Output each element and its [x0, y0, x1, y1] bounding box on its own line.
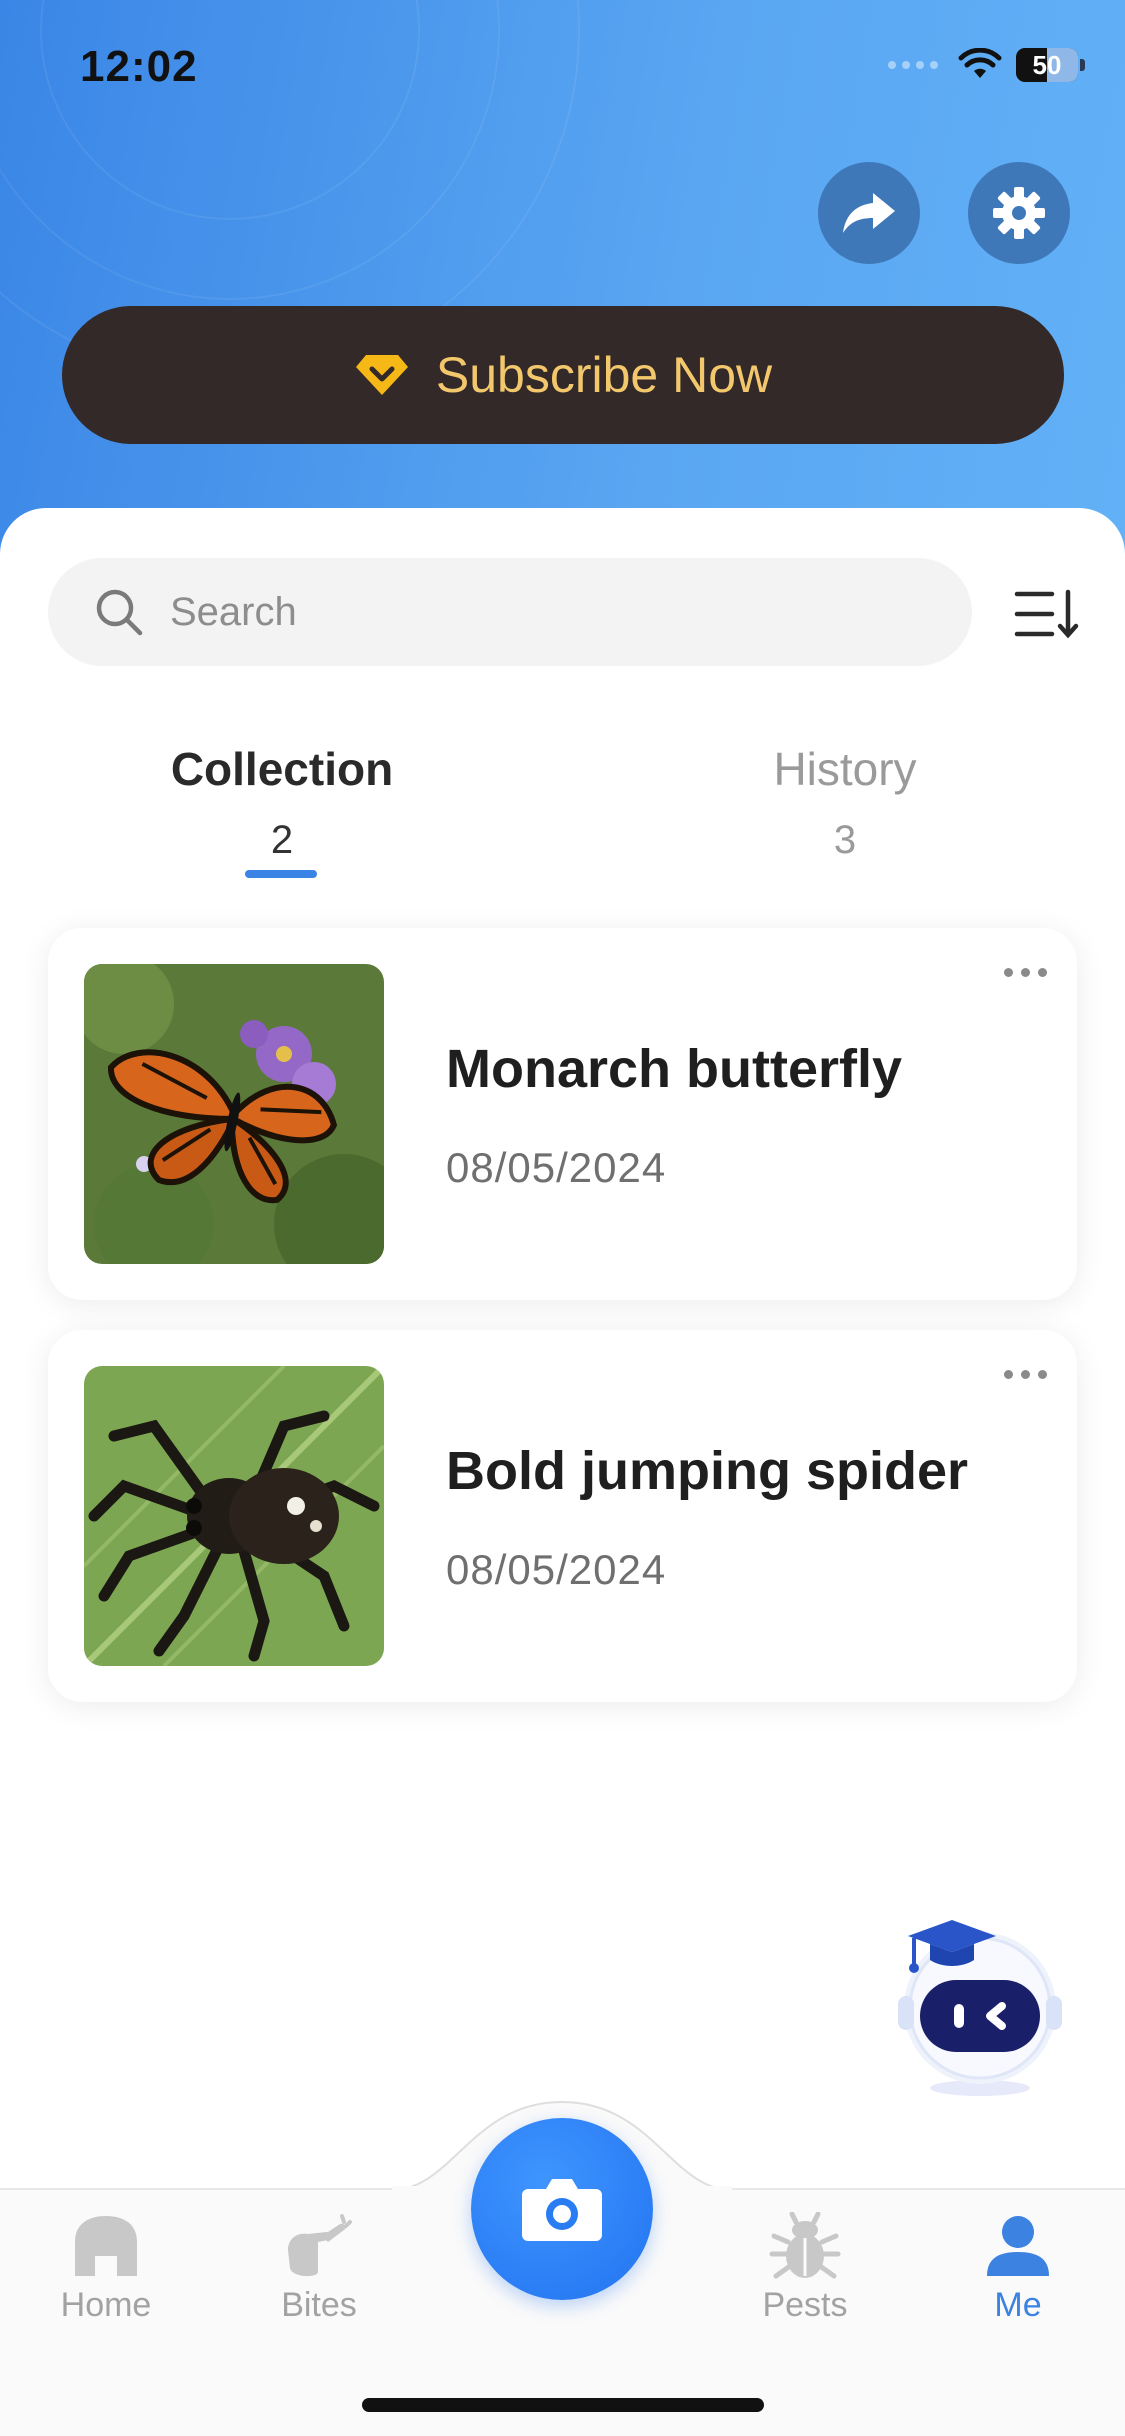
share-arrow-icon	[843, 193, 895, 233]
person-icon	[987, 2216, 1049, 2276]
battery-level: 50	[1032, 49, 1062, 80]
jumping-spider-photo	[84, 1366, 384, 1666]
tab-collection[interactable]: Collection 2	[160, 742, 404, 863]
tab-history[interactable]: History 3	[730, 742, 960, 863]
tab-collection-count: 2	[270, 818, 294, 862]
settings-button[interactable]	[968, 162, 1070, 264]
status-time: 12:02	[80, 42, 198, 91]
card-date: 08/05/2024	[446, 1546, 667, 1593]
tab-home[interactable]: Home	[26, 2212, 186, 2325]
battery-icon: 50	[1016, 48, 1078, 82]
collection-card[interactable]: Bold jumping spider 08/05/2024	[48, 1330, 1077, 1702]
card-date: 08/05/2024	[446, 1144, 667, 1191]
camera-icon	[522, 2179, 602, 2241]
search-input[interactable]: Search	[48, 558, 972, 666]
collection-card[interactable]: Monarch butterfly 08/05/2024	[48, 928, 1077, 1300]
card-title: Bold jumping spider	[446, 1441, 968, 1501]
more-options-icon[interactable]	[1004, 968, 1047, 977]
search-icon	[96, 589, 143, 636]
search-placeholder: Search	[170, 589, 297, 634]
camera-button[interactable]	[471, 2118, 653, 2300]
bug-icon	[769, 2212, 841, 2279]
subscribe-label: Subscribe Now	[435, 347, 773, 403]
tab-bites[interactable]: Bites	[239, 2212, 399, 2325]
tab-me[interactable]: Me	[938, 2212, 1098, 2325]
tab-history-label: History	[773, 743, 917, 795]
monarch-butterfly-photo	[84, 964, 384, 1264]
tab-indicator	[245, 870, 317, 878]
ai-assistant-button[interactable]	[890, 1908, 1070, 2098]
home-indicator	[362, 2398, 764, 2412]
home-icon	[75, 2216, 137, 2276]
sort-icon[interactable]	[1014, 586, 1080, 642]
more-options-icon[interactable]	[1004, 1370, 1047, 1379]
tab-pests-label: Pests	[762, 2286, 848, 2324]
tab-collection-label: Collection	[170, 743, 394, 795]
diamond-icon	[355, 355, 408, 395]
cellular-signal-icon	[888, 61, 938, 69]
share-button[interactable]	[818, 162, 920, 264]
gear-icon	[993, 187, 1045, 239]
wifi-icon	[958, 48, 1002, 78]
tab-me-label: Me	[994, 2286, 1042, 2324]
tab-bites-label: Bites	[281, 2286, 357, 2324]
tab-home-label: Home	[60, 2286, 152, 2324]
card-title: Monarch butterfly	[446, 1039, 903, 1099]
robot-assistant-icon	[898, 1920, 1062, 2096]
tab-history-count: 3	[833, 818, 857, 862]
subscribe-button[interactable]: Subscribe Now	[62, 306, 1064, 444]
status-icons: 50	[888, 48, 1085, 82]
bites-hand-icon	[288, 2214, 352, 2277]
tab-pests[interactable]: Pests	[725, 2212, 885, 2325]
